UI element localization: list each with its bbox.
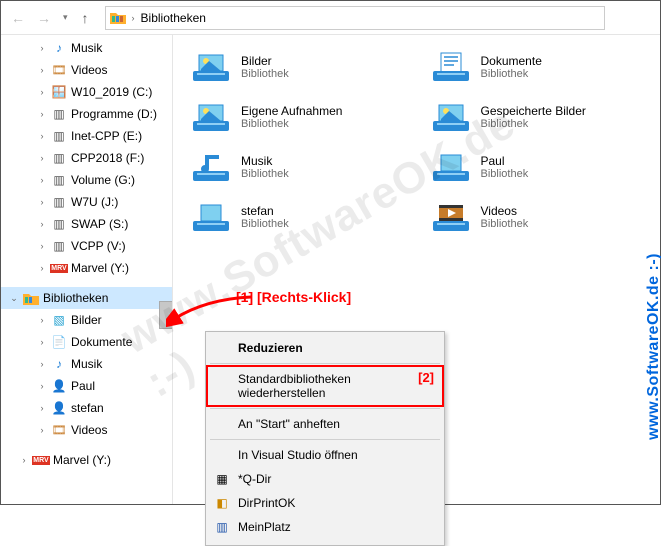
library-subtitle: Bibliothek <box>481 68 542 80</box>
address-bar[interactable]: › Bibliotheken <box>105 6 605 30</box>
library-title: Bilder <box>241 54 289 68</box>
sidebar-lib-dokumente[interactable]: ›📄Dokumente <box>1 331 172 353</box>
libraries-icon <box>110 11 126 24</box>
ctx-separator <box>210 439 440 440</box>
drive-w10-icon: 🪟 <box>51 84 67 100</box>
sidebar-lib-videos[interactable]: ›🎞Videos <box>1 419 172 441</box>
library-subtitle: Bibliothek <box>241 218 289 230</box>
library-title: Gespeicherte Bilder <box>481 104 586 118</box>
sidebar-lib-bilder[interactable]: ›▧Bilder <box>1 309 172 331</box>
context-menu: Reduzieren Standardbibliotheken wiederhe… <box>205 331 445 546</box>
sidebar-item-bibliotheken[interactable]: ⌄ Bibliotheken <box>1 287 172 309</box>
up-button[interactable]: ↑ <box>76 10 95 26</box>
sidebar-item-marvel-2[interactable]: ›MRVMarvel (Y:) <box>1 449 172 471</box>
sidebar-item-drive-c[interactable]: ›🪟W10_2019 (C:) <box>1 81 172 103</box>
back-button[interactable]: ← <box>7 8 29 28</box>
drive-icon: ▥ <box>51 106 67 122</box>
library-item-videos[interactable]: VideosBibliothek <box>431 199 661 235</box>
pictures-library-icon <box>431 99 471 135</box>
sidebar-lib-stefan[interactable]: ›👤stefan <box>1 397 172 419</box>
music-library-icon <box>191 149 231 185</box>
sidebar-item-videos[interactable]: ›🎞Videos <box>1 59 172 81</box>
ctx-pin-to-start[interactable]: An "Start" anheften <box>208 412 442 436</box>
library-subtitle: Bibliothek <box>241 168 289 180</box>
sidebar-item-drive-f[interactable]: ›▥CPP2018 (F:) <box>1 147 172 169</box>
sidebar-tree[interactable]: ›♪Musik ›🎞Videos ›🪟W10_2019 (C:) ›▥Progr… <box>1 35 173 504</box>
drive-icon: ▥ <box>51 172 67 188</box>
library-item-gespeicherte-bilder[interactable]: Gespeicherte BilderBibliothek <box>431 99 661 135</box>
video-icon: 🎞 <box>51 422 67 438</box>
library-subtitle: Bibliothek <box>481 118 586 130</box>
sidebar-item-drive-e[interactable]: ›▥Inet-CPP (E:) <box>1 125 172 147</box>
ctx-meinplatz[interactable]: ▥MeinPlatz <box>208 515 442 539</box>
library-item-paul[interactable]: PaulBibliothek <box>431 149 661 185</box>
library-title: Videos <box>481 204 529 218</box>
library-item-bilder[interactable]: BilderBibliothek <box>191 49 421 85</box>
pictures-library-icon <box>191 99 231 135</box>
user-icon: 👤 <box>51 378 67 394</box>
libraries-icon <box>23 292 39 305</box>
documents-icon: 📄 <box>51 334 67 350</box>
drive-icon: ▥ <box>51 128 67 144</box>
sidebar-lib-musik[interactable]: ›♪Musik <box>1 353 172 375</box>
annotation-1: [1] [Rechts-Klick] <box>236 289 351 305</box>
library-subtitle: Bibliothek <box>481 218 529 230</box>
history-dropdown[interactable]: ▾ <box>59 12 72 23</box>
library-title: Musik <box>241 154 289 168</box>
qdir-icon: ▦ <box>214 471 230 487</box>
forward-button[interactable]: → <box>33 8 55 28</box>
ctx-dirprintok[interactable]: ◧DirPrintOK <box>208 491 442 515</box>
sidebar-item-drive-d[interactable]: ›▥Programme (D:) <box>1 103 172 125</box>
drive-icon: ▥ <box>51 150 67 166</box>
marvel-icon: MRV <box>33 452 49 468</box>
library-subtitle: Bibliothek <box>241 118 342 130</box>
ctx-restore-default-libs[interactable]: Standardbibliotheken wiederherstellen [2… <box>208 367 442 405</box>
library-title: Paul <box>481 154 529 168</box>
library-item-dokumente[interactable]: DokumenteBibliothek <box>431 49 661 85</box>
toolbar: ← → ▾ ↑ › Bibliotheken <box>1 1 660 35</box>
music-icon: ♪ <box>51 40 67 56</box>
library-item-eigene-aufnahmen[interactable]: Eigene AufnahmenBibliothek <box>191 99 421 135</box>
annotation-2: [2] <box>418 370 434 385</box>
sidebar-item-drive-j[interactable]: ›▥W7U (J:) <box>1 191 172 213</box>
user-icon: 👤 <box>51 400 67 416</box>
library-item-stefan[interactable]: stefanBibliothek <box>191 199 421 235</box>
library-title: Eigene Aufnahmen <box>241 104 342 118</box>
library-item-musik[interactable]: MusikBibliothek <box>191 149 421 185</box>
library-title: stefan <box>241 204 289 218</box>
library-subtitle: Bibliothek <box>481 168 529 180</box>
sidebar-item-drive-s[interactable]: ›▥SWAP (S:) <box>1 213 172 235</box>
ctx-qdir[interactable]: ▦*Q-Dir <box>208 467 442 491</box>
sidebar-item-marvel[interactable]: ›MRVMarvel (Y:) <box>1 257 172 279</box>
music-icon: ♪ <box>51 356 67 372</box>
breadcrumb-sep: › <box>132 13 135 23</box>
sidebar-item-drive-v[interactable]: ›▥VCPP (V:) <box>1 235 172 257</box>
videos-library-icon <box>431 199 471 235</box>
drive-icon: ▥ <box>51 194 67 210</box>
pictures-icon: ▧ <box>51 312 67 328</box>
library-title: Dokumente <box>481 54 542 68</box>
watermark-side: www.SoftwareOK.de :-) <box>645 253 661 440</box>
dirprintok-icon: ◧ <box>214 495 230 511</box>
sidebar-item-musik[interactable]: ›♪Musik <box>1 37 172 59</box>
drive-icon: ▥ <box>51 216 67 232</box>
breadcrumb-root[interactable]: Bibliotheken <box>141 11 206 25</box>
ctx-separator <box>210 408 440 409</box>
pictures-library-icon <box>191 49 231 85</box>
marvel-icon: MRV <box>51 260 67 276</box>
meinplatz-icon: ▥ <box>214 519 230 535</box>
sidebar-item-drive-g[interactable]: ›▥Volume (G:) <box>1 169 172 191</box>
ctx-open-vs[interactable]: In Visual Studio öffnen <box>208 443 442 467</box>
library-subtitle: Bibliothek <box>241 68 289 80</box>
generic-library-icon <box>431 149 471 185</box>
video-icon: 🎞 <box>51 62 67 78</box>
documents-library-icon <box>431 49 471 85</box>
generic-library-icon <box>191 199 231 235</box>
sidebar-lib-paul[interactable]: ›👤Paul <box>1 375 172 397</box>
drive-icon: ▥ <box>51 238 67 254</box>
ctx-reduzieren[interactable]: Reduzieren <box>208 336 442 360</box>
ctx-separator <box>210 363 440 364</box>
